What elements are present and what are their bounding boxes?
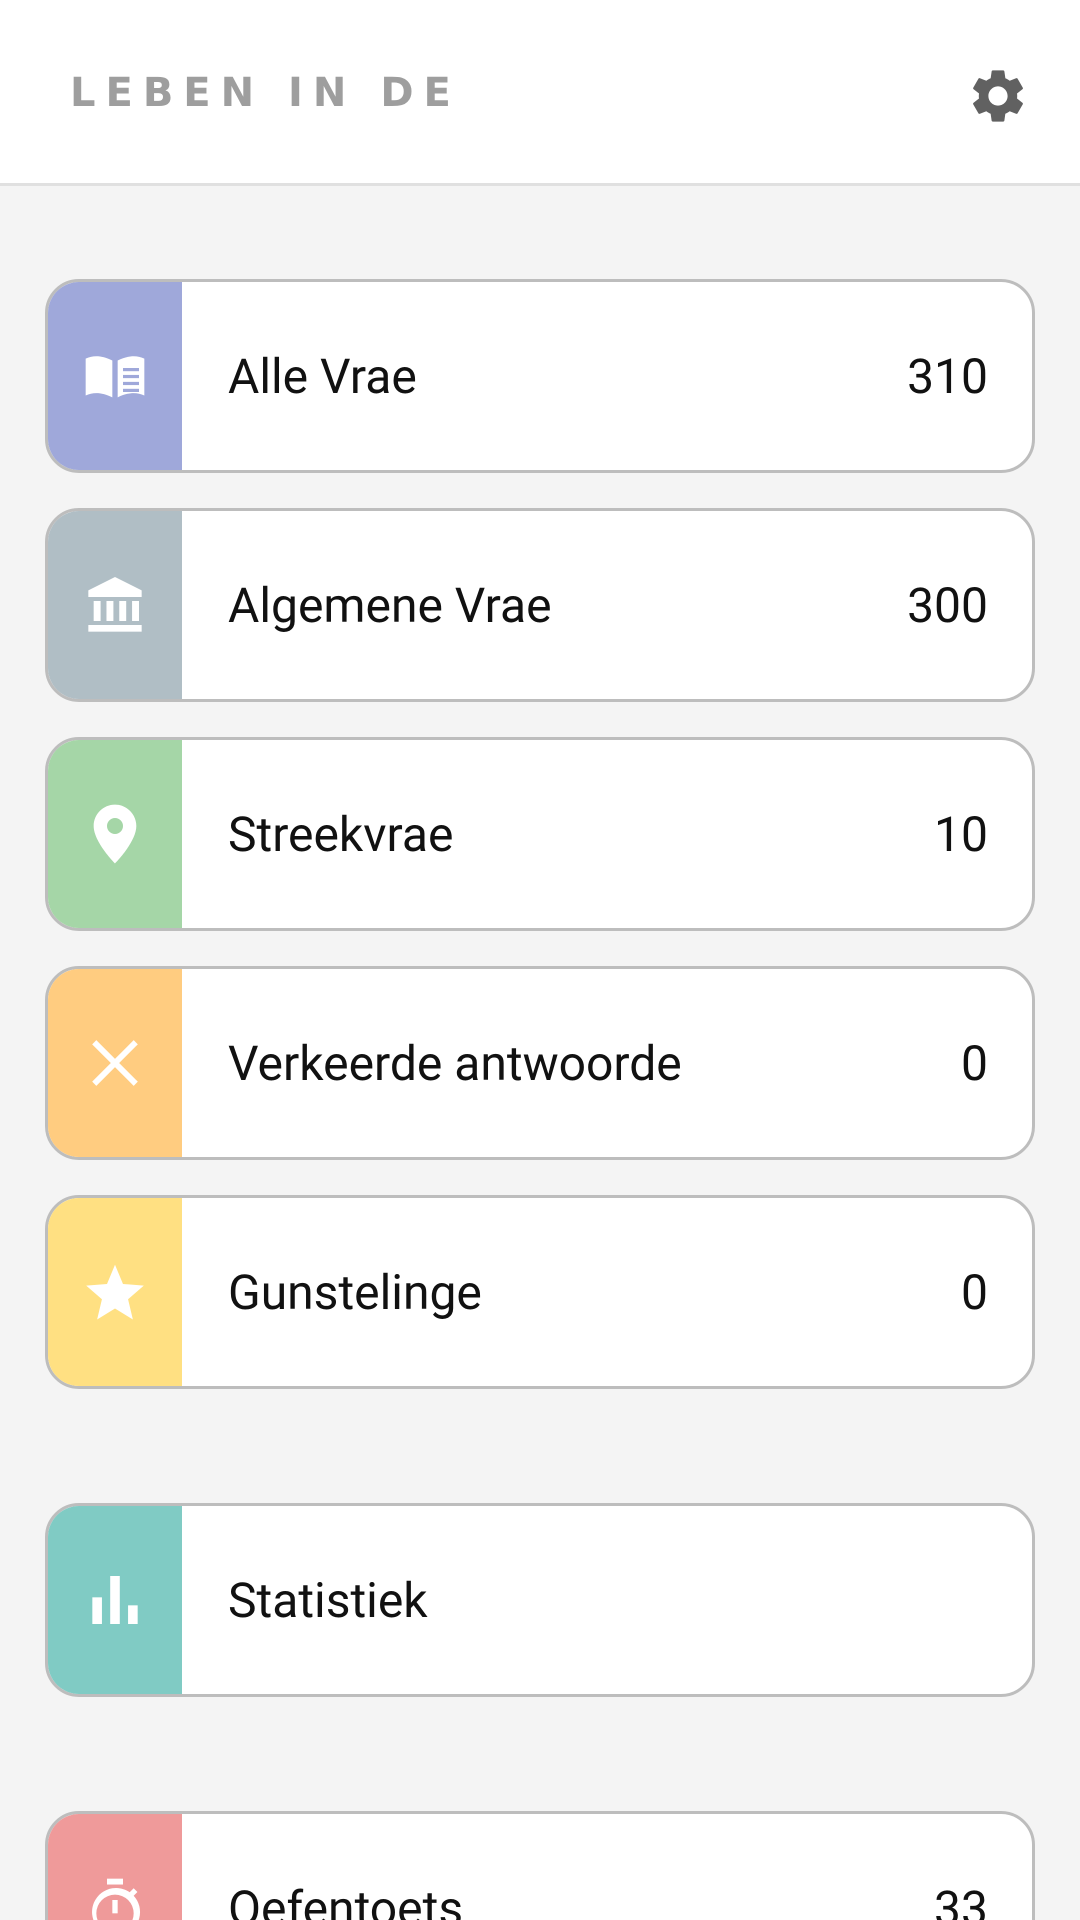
menu-item-label: Gunstelinge bbox=[228, 1263, 482, 1321]
book-icon bbox=[85, 356, 145, 398]
menu-item-alle-vrae[interactable]: Alle Vrae 310 bbox=[45, 279, 1035, 473]
menu-item-count: 10 bbox=[934, 805, 988, 863]
timer-icon bbox=[92, 1878, 140, 1920]
menu-item-label: Oefentoets bbox=[228, 1879, 464, 1920]
star-icon bbox=[86, 1264, 144, 1320]
menu-item-label: Streekvrae bbox=[228, 805, 454, 863]
menu-item-icon-area bbox=[48, 511, 182, 699]
menu-item-oefentoets[interactable]: Oefentoets 33 bbox=[45, 1811, 1035, 1920]
menu-item-count: 300 bbox=[907, 576, 988, 634]
location-pin-icon bbox=[93, 804, 137, 864]
menu-item-label: Statistiek bbox=[228, 1571, 428, 1629]
gear-icon bbox=[973, 70, 1023, 122]
menu-item-count: 0 bbox=[961, 1263, 988, 1321]
menu-item-count: 33 bbox=[934, 1879, 988, 1920]
menu-item-count: 0 bbox=[961, 1034, 988, 1092]
menu-item-icon-area bbox=[48, 1198, 182, 1386]
menu-item-algemene-vrae[interactable]: Algemene Vrae 300 bbox=[45, 508, 1035, 702]
menu-item-icon-area bbox=[48, 1506, 182, 1694]
settings-button[interactable] bbox=[966, 64, 1030, 128]
menu-item-icon-area bbox=[48, 1814, 182, 1920]
menu-item-verkeerde-antwoorde[interactable]: Verkeerde antwoorde 0 bbox=[45, 966, 1035, 1160]
close-icon bbox=[92, 1040, 138, 1086]
menu-item-label: Algemene Vrae bbox=[228, 576, 552, 634]
app-header: LEBEN IN DE bbox=[0, 0, 1080, 186]
app-screen: LEBEN IN DE Alle Vrae 310 Algemene Vrae … bbox=[0, 0, 1080, 1920]
menu-item-gunstelinge[interactable]: Gunstelinge 0 bbox=[45, 1195, 1035, 1389]
app-title: LEBEN IN DE bbox=[70, 70, 461, 116]
menu-item-statistiek[interactable]: Statistiek bbox=[45, 1503, 1035, 1697]
menu-item-icon-area bbox=[48, 969, 182, 1157]
menu-item-icon-area bbox=[48, 740, 182, 928]
menu-item-count: 310 bbox=[907, 347, 988, 405]
bank-icon bbox=[88, 577, 142, 632]
menu-item-label: Verkeerde antwoorde bbox=[228, 1034, 682, 1092]
menu-item-icon-area bbox=[48, 282, 182, 470]
bar-chart-icon bbox=[92, 1576, 138, 1624]
menu-item-streekvrae[interactable]: Streekvrae 10 bbox=[45, 737, 1035, 931]
menu-item-label: Alle Vrae bbox=[228, 347, 417, 405]
